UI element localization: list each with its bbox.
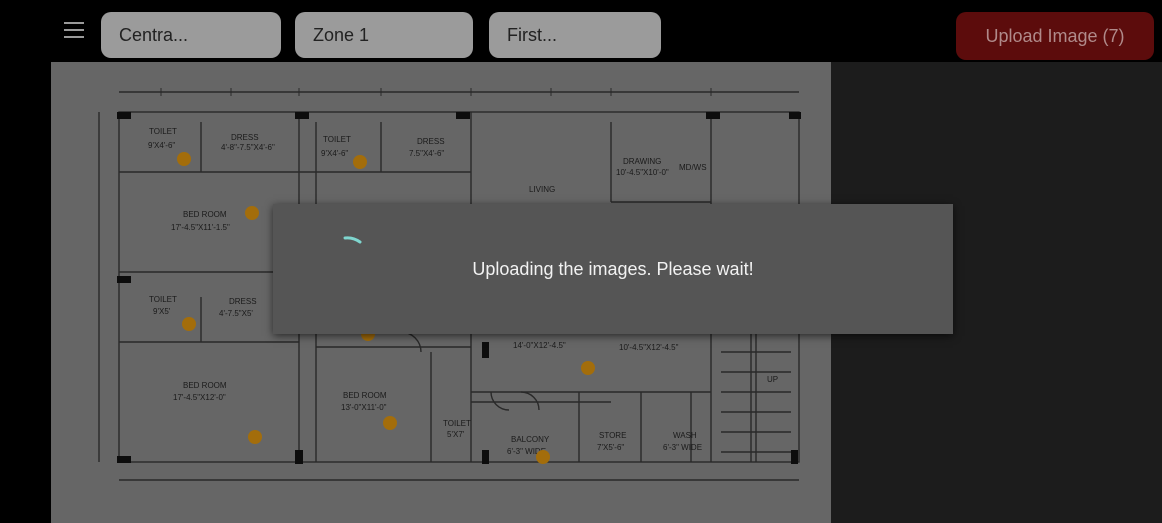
hamburger-menu-icon[interactable] [64, 22, 84, 40]
loading-spinner-icon [343, 236, 362, 244]
upload-progress-dialog: Uploading the images. Please wait! [273, 204, 953, 334]
top-toolbar: Centra... Zone 1 First... Upload Image (… [0, 0, 1162, 62]
upload-image-button[interactable]: Upload Image (7) [956, 12, 1154, 60]
location-selector[interactable]: Centra... [101, 12, 281, 58]
zone-selector[interactable]: Zone 1 [295, 12, 473, 58]
floor-selector[interactable]: First... [489, 12, 661, 58]
upload-status-message: Uploading the images. Please wait! [472, 259, 754, 279]
